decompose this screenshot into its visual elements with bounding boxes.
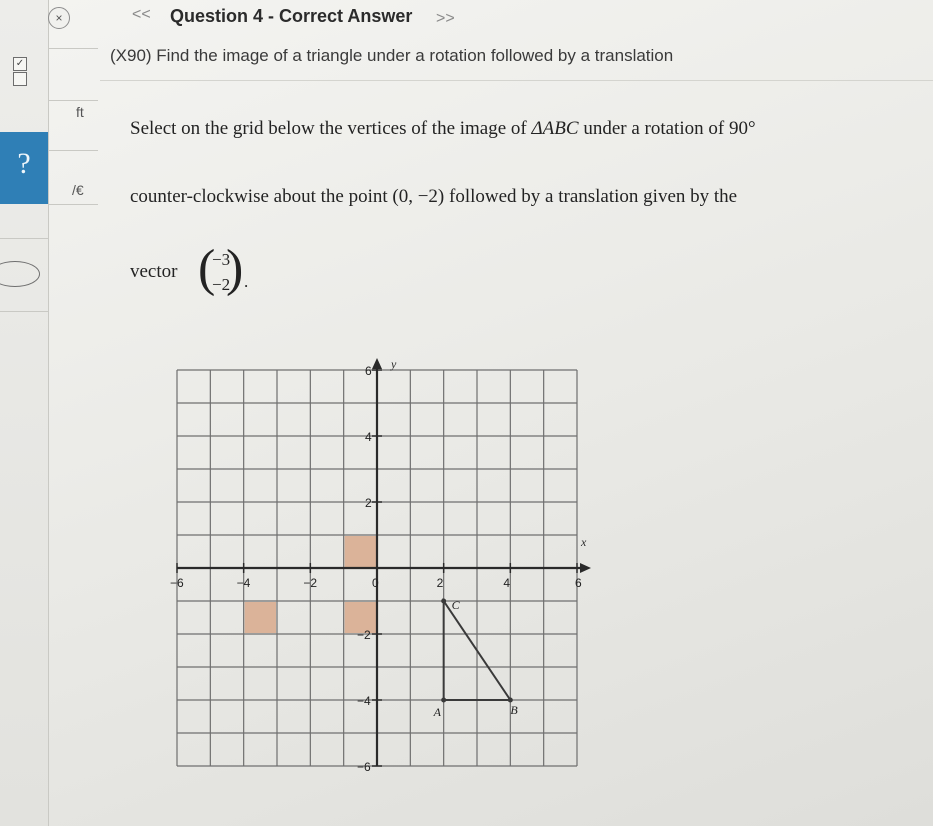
x-axis-arrow xyxy=(580,563,591,573)
x-tick-label: −6 xyxy=(170,576,184,590)
y-tick-label: 2 xyxy=(365,496,372,510)
vertex-label-b: B xyxy=(510,703,518,717)
selected-cell[interactable] xyxy=(244,602,276,633)
vertex-label-a: A xyxy=(433,705,442,719)
y-axis-arrow xyxy=(372,358,382,369)
vertex-a xyxy=(441,697,447,703)
x-axis-label: x xyxy=(580,535,587,549)
x-tick-label: −4 xyxy=(237,576,251,590)
x-tick-label: 6 xyxy=(575,576,582,590)
y-tick-label: −2 xyxy=(357,628,371,642)
y-axis-label: y xyxy=(390,357,397,371)
x-tick-label: 0 xyxy=(372,576,379,590)
vertex-b xyxy=(507,697,513,703)
coordinate-grid[interactable]: x y −6 −4 −2 0 2 4 6 6 4 2 −2 −4 −6 A B C xyxy=(0,0,933,826)
y-tick-label: 4 xyxy=(365,430,372,444)
selected-cell[interactable] xyxy=(344,536,376,567)
vertex-label-c: C xyxy=(452,598,461,612)
x-tick-label: 2 xyxy=(437,576,444,590)
x-tick-label: 4 xyxy=(503,576,510,590)
y-tick-label: −4 xyxy=(357,694,371,708)
y-tick-label: −6 xyxy=(357,760,371,774)
x-tick-label: −2 xyxy=(303,576,317,590)
vertex-c xyxy=(441,598,447,604)
y-tick-label: 6 xyxy=(365,364,372,378)
